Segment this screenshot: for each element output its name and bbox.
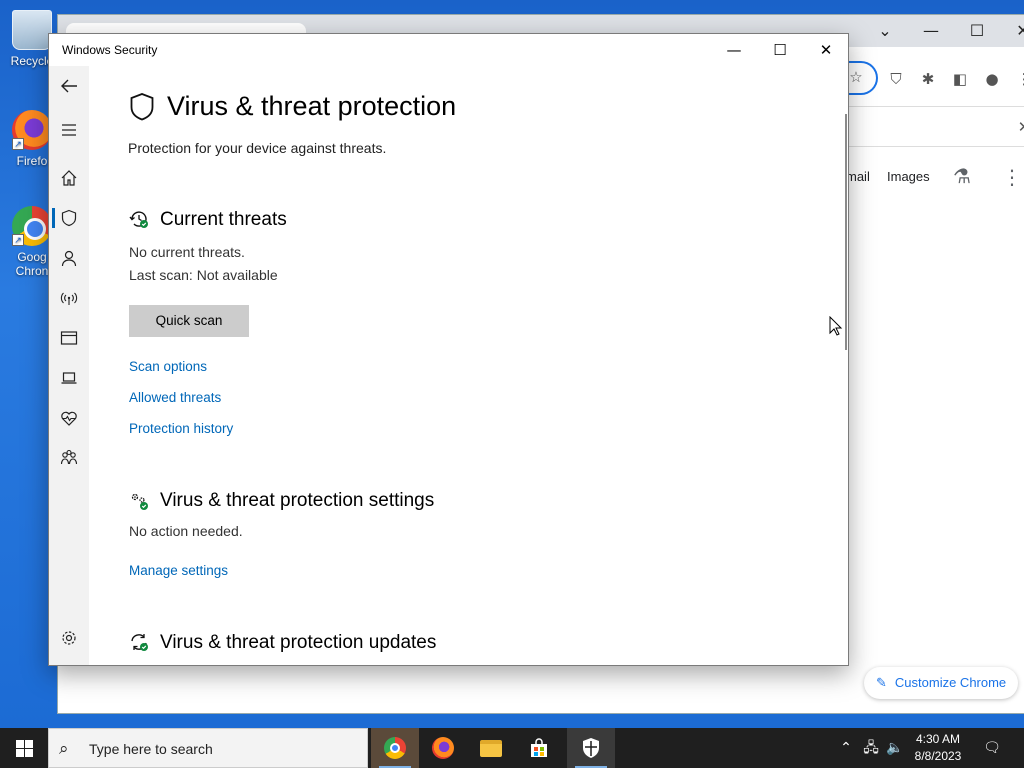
- current-threats-status: No current threats.: [129, 244, 245, 260]
- firefox-icon: [432, 737, 454, 759]
- maximize-button[interactable]: ☐: [757, 34, 803, 66]
- labs-flask-icon[interactable]: ⚗: [953, 164, 971, 188]
- person-icon: [61, 250, 77, 267]
- recycle-bin-icon: [12, 10, 52, 50]
- customize-chrome-button[interactable]: ✎ Customize Chrome: [864, 667, 1019, 699]
- quick-scan-button[interactable]: Quick scan: [129, 305, 249, 337]
- page-subtitle: Protection for your device against threa…: [128, 140, 387, 156]
- shield-icon: [61, 209, 77, 227]
- folder-icon: [480, 739, 502, 757]
- start-button[interactable]: [0, 728, 48, 768]
- chrome-menu-icon[interactable]: ⋮: [1012, 67, 1024, 91]
- search-icon: ⌕: [59, 739, 69, 759]
- sidebar-item-device-health[interactable]: [49, 398, 89, 438]
- side-panel-icon[interactable]: ◧: [948, 67, 972, 91]
- settings-status: No action needed.: [129, 523, 243, 539]
- volume-icon[interactable]: 🔈: [884, 728, 906, 768]
- menu-button[interactable]: [49, 110, 89, 150]
- show-hidden-icons-icon[interactable]: ⌃: [836, 728, 856, 768]
- updates-heading: Virus & threat protection updates: [160, 632, 437, 653]
- settings-gears-icon: [131, 493, 148, 510]
- home-icon: [61, 170, 77, 186]
- sidebar-item-virus-protection[interactable]: [49, 198, 89, 238]
- chrome-icon: ↗: [12, 206, 52, 246]
- minimize-button[interactable]: —: [711, 34, 757, 66]
- sidebar-item-firewall[interactable]: [49, 278, 89, 318]
- hamburger-menu-icon: [62, 124, 76, 136]
- window-title: Windows Security: [62, 43, 158, 57]
- gmail-link[interactable]: mail: [846, 169, 870, 184]
- page-title: Virus & threat protection: [167, 91, 457, 121]
- back-button[interactable]: [49, 66, 89, 106]
- back-arrow-icon: [61, 79, 77, 93]
- customize-chrome-label: Customize Chrome: [894, 675, 1007, 690]
- scan-options-link[interactable]: Scan options: [129, 359, 207, 374]
- sidebar-item-home[interactable]: [49, 158, 89, 198]
- sidebar-item-family-options[interactable]: [49, 438, 89, 478]
- last-scan-text: Last scan: Not available: [129, 267, 278, 283]
- protection-history-link[interactable]: Protection history: [129, 421, 233, 436]
- images-link[interactable]: Images: [887, 169, 930, 184]
- close-bar-icon[interactable]: ✕: [1012, 115, 1024, 139]
- chrome-minimize-icon[interactable]: —: [908, 15, 954, 47]
- manage-settings-link[interactable]: Manage settings: [129, 563, 228, 578]
- taskbar-file-explorer[interactable]: [467, 728, 515, 768]
- settings-button[interactable]: [49, 618, 89, 658]
- page-shield-icon: [130, 93, 154, 121]
- firefox-icon: ↗: [12, 110, 52, 150]
- taskbar-microsoft-store[interactable]: [515, 728, 563, 768]
- search-placeholder: Type here to search: [89, 741, 213, 757]
- threat-scan-clock-icon: [129, 211, 148, 228]
- taskbar-search-box[interactable]: ⌕ Type here to search: [48, 728, 368, 768]
- sidebar: [49, 66, 89, 665]
- windows-logo-icon: [15, 739, 33, 757]
- title-bar[interactable]: Windows Security — ☐ ✕: [49, 34, 848, 66]
- notifications-icon[interactable]: 🗨: [978, 728, 1006, 768]
- sidebar-item-device-security[interactable]: [49, 358, 89, 398]
- sidebar-item-app-browser[interactable]: [49, 318, 89, 358]
- extensions-puzzle-icon[interactable]: ✱: [916, 67, 940, 91]
- gear-icon: [62, 631, 76, 645]
- taskbar: ⌕ Type here to search ⌃ 🖧 🔈 4:30 AM 8/8/…: [0, 728, 1024, 768]
- security-shield-icon: [583, 738, 599, 758]
- heart-pulse-icon: [61, 411, 77, 426]
- network-icon[interactable]: 🖧: [860, 728, 882, 768]
- mouse-pointer-icon: [829, 316, 843, 336]
- windows-security-window[interactable]: Windows Security — ☐ ✕ Virus & threat pr…: [48, 33, 849, 666]
- family-icon: [60, 449, 78, 465]
- profile-avatar-icon[interactable]: ●: [980, 67, 1004, 91]
- taskbar-firefox[interactable]: [419, 728, 467, 768]
- store-bag-icon: [531, 738, 547, 757]
- system-clock[interactable]: 4:30 AM 8/8/2023: [905, 731, 971, 765]
- laptop-icon: [61, 372, 77, 384]
- google-apps-icon[interactable]: ⋮⋮: [1002, 165, 1024, 189]
- current-threats-heading: Current threats: [160, 209, 287, 230]
- ublock-shield-icon[interactable]: ⛉: [884, 67, 908, 91]
- clock-date: 8/8/2023: [914, 749, 962, 763]
- allowed-threats-link[interactable]: Allowed threats: [129, 390, 221, 405]
- chrome-icon: [384, 737, 406, 759]
- wireless-signal-icon: [60, 292, 78, 305]
- close-button[interactable]: ✕: [803, 34, 848, 66]
- updates-refresh-icon: [131, 634, 148, 651]
- settings-heading: Virus & threat protection settings: [160, 490, 435, 511]
- chrome-close-icon[interactable]: ✕: [1000, 15, 1024, 47]
- taskbar-windows-security[interactable]: [567, 728, 615, 768]
- clock-time: 4:30 AM: [915, 732, 961, 746]
- chrome-tab-search-icon[interactable]: ⌄: [862, 15, 908, 47]
- chrome-maximize-icon[interactable]: ☐: [954, 15, 1000, 47]
- sidebar-item-account-protection[interactable]: [49, 238, 89, 278]
- vertical-scrollbar[interactable]: [845, 114, 847, 350]
- taskbar-chrome[interactable]: [371, 728, 419, 768]
- pencil-icon: ✎: [876, 676, 887, 691]
- app-browser-icon: [60, 331, 78, 345]
